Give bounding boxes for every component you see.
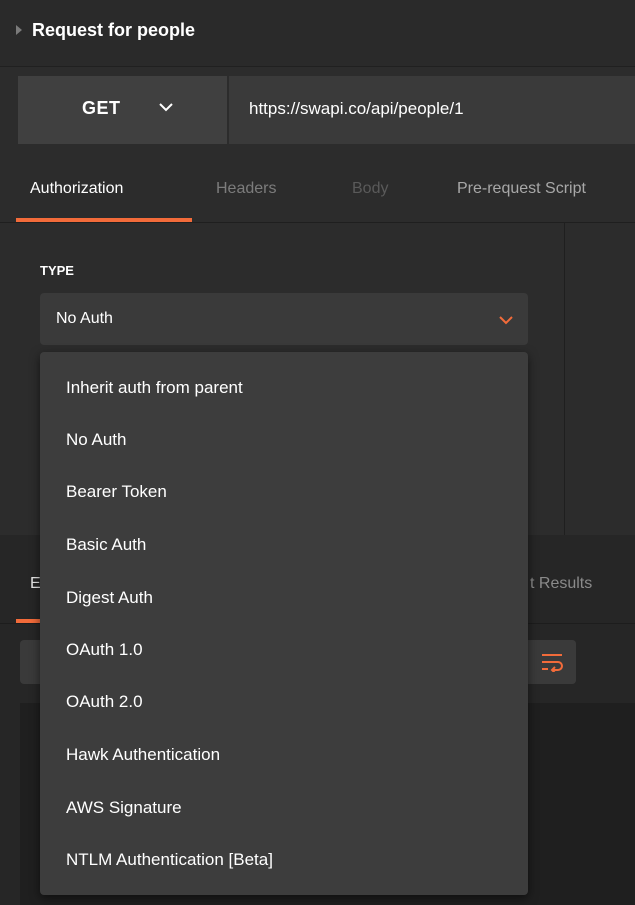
wrap-lines-button[interactable]	[528, 640, 576, 684]
expand-caret-icon[interactable]	[16, 25, 22, 35]
method-label: GET	[82, 98, 121, 118]
tab-headers[interactable]: Headers	[216, 180, 276, 198]
tab-authorization[interactable]: Authorization	[30, 180, 123, 198]
auth-type-label: TYPE	[40, 263, 74, 278]
dropdown-option-aws-signature[interactable]: AWS Signature	[66, 798, 182, 818]
tab-body[interactable]: Body	[352, 180, 388, 198]
request-title: Request for people	[32, 20, 196, 40]
dropdown-option-no-auth[interactable]: No Auth	[66, 430, 127, 450]
auth-type-value: No Auth	[56, 310, 113, 327]
url-text: https://swapi.co/api/people/1	[249, 99, 464, 118]
dropdown-option-digest-auth[interactable]: Digest Auth	[66, 588, 153, 608]
dropdown-option-oauth2[interactable]: OAuth 2.0	[66, 692, 143, 712]
method-selector[interactable]: GET	[18, 76, 227, 144]
dropdown-option-inherit[interactable]: Inherit auth from parent	[66, 378, 243, 398]
wrap-lines-icon	[542, 654, 563, 672]
dropdown-option-bearer-token[interactable]: Bearer Token	[66, 482, 167, 502]
dropdown-option-ntlm[interactable]: NTLM Authentication [Beta]	[66, 850, 273, 870]
app-window: Request for people GET https://swapi.co/…	[0, 0, 635, 905]
tab-pre-request-script[interactable]: Pre-request Script	[457, 180, 586, 198]
dropdown-option-oauth1[interactable]: OAuth 1.0	[66, 640, 143, 660]
chevron-down-icon	[159, 103, 173, 112]
dropdown-option-hawk[interactable]: Hawk Authentication	[66, 745, 220, 765]
panel-divider	[564, 223, 565, 535]
dropdown-option-basic-auth[interactable]: Basic Auth	[66, 535, 146, 555]
auth-type-dropdown: Inherit auth from parent No Auth Bearer …	[40, 352, 528, 895]
request-tabs: Authorization Headers Body Pre-request S…	[0, 160, 635, 223]
url-bar: GET https://swapi.co/api/people/1	[18, 76, 635, 144]
request-header[interactable]: Request for people	[0, 0, 635, 67]
active-tab-indicator	[16, 218, 192, 222]
response-tab-test-results[interactable]: t Results	[530, 575, 592, 593]
auth-type-select[interactable]: No Auth	[40, 293, 528, 345]
url-input[interactable]: https://swapi.co/api/people/1	[229, 76, 635, 144]
chevron-down-icon	[499, 316, 513, 325]
